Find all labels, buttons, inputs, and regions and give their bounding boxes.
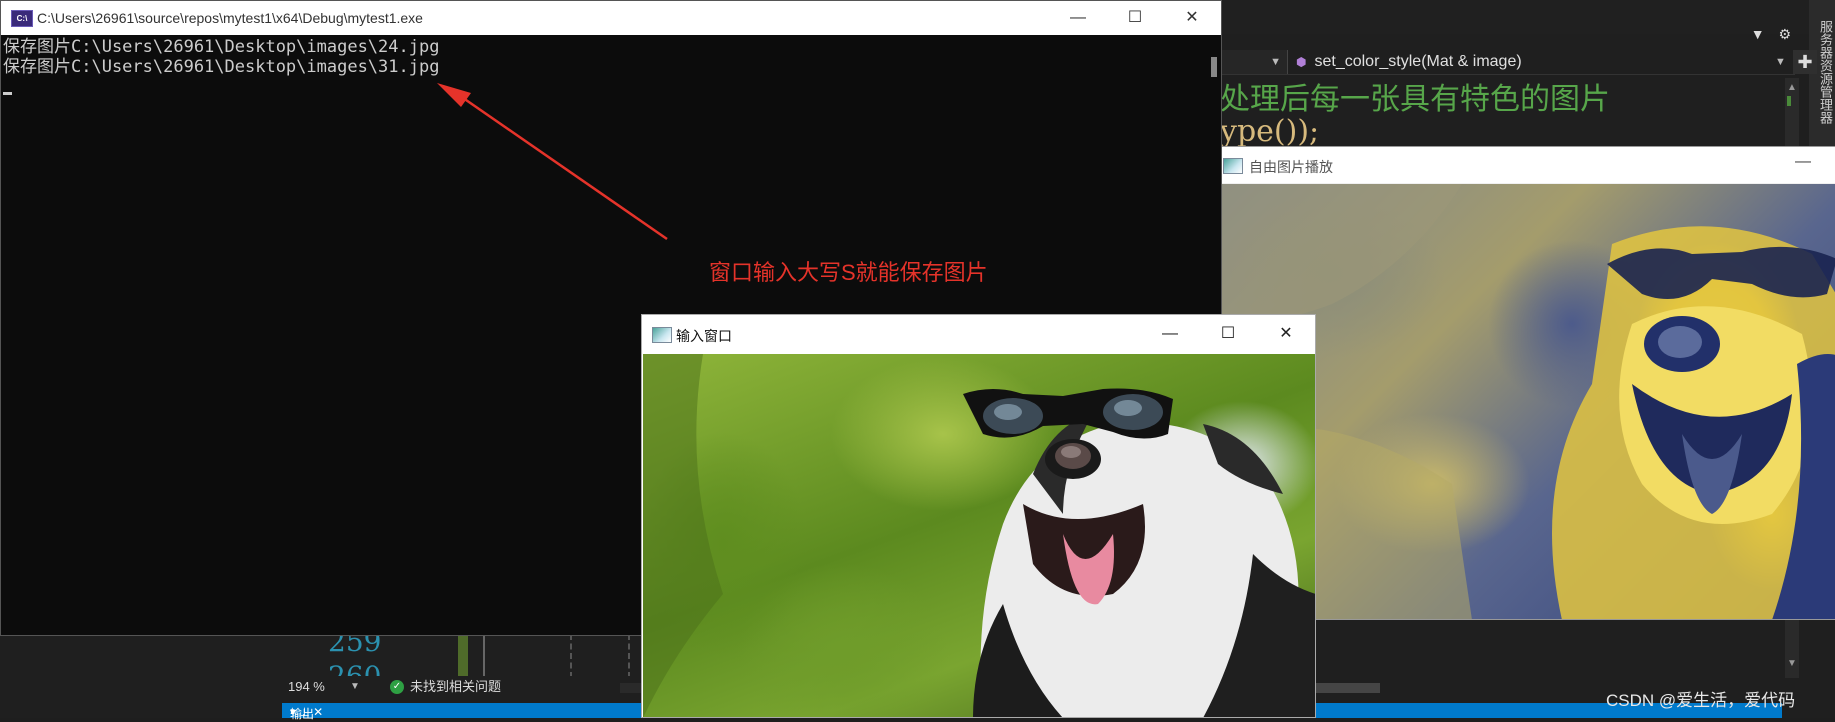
chevron-down-icon[interactable]: ▼ xyxy=(1775,50,1786,74)
scroll-down-icon[interactable]: ▼ xyxy=(1787,658,1797,669)
split-editor-icon[interactable]: ✚ xyxy=(1793,50,1817,74)
chevron-down-icon[interactable]: ▼ xyxy=(350,676,360,698)
console-app-icon: C:\ xyxy=(11,10,33,27)
function-cube-icon: ⬢ xyxy=(1296,55,1307,69)
console-titlebar[interactable]: C:\ C:\Users\26961\source\repos\mytest1\… xyxy=(1,1,1221,35)
annotation-text: 窗口输入大写S就能保存图片 xyxy=(709,260,988,285)
maximize-button[interactable]: ☐ xyxy=(1199,315,1257,353)
window-picture-icon xyxy=(652,327,672,343)
close-button[interactable]: ✕ xyxy=(1169,1,1215,35)
zoom-level[interactable]: 194 % xyxy=(288,676,325,698)
editor-navigation-bar: ▼ ⬢ set_color_style(Mat & image) ▼ xyxy=(1210,50,1795,75)
change-tracking-bar xyxy=(458,634,468,678)
indent-guide xyxy=(483,634,485,678)
code-fragment-line: ype()); xyxy=(1220,114,1320,149)
console-line: 保存图片C:\Users\26961\Desktop\images\24.jpg xyxy=(3,37,440,57)
gear-icon[interactable]: ⚙ xyxy=(1778,26,1791,42)
minimize-button[interactable]: — xyxy=(1055,1,1101,35)
input-window: 输入窗口 — ☐ ✕ xyxy=(641,314,1316,718)
console-cursor xyxy=(3,92,12,95)
photo-window-title: 自由图片播放 xyxy=(1249,159,1333,175)
console-window-title: C:\Users\26961\source\repos\mytest1\x64\… xyxy=(37,10,423,26)
watermark: CSDN @爱生活，爱代码 xyxy=(1606,691,1796,710)
line-number-260: 260 xyxy=(328,660,381,676)
photo-window-titlebar[interactable]: 自由图片播放 — xyxy=(1211,147,1835,183)
maximize-button[interactable]: ☐ xyxy=(1112,1,1158,35)
minimize-button[interactable]: — xyxy=(1141,315,1199,353)
function-dropdown-label: set_color_style(Mat & image) xyxy=(1314,53,1522,70)
ide-toolbar-icons[interactable]: ▼ ⚙ xyxy=(1741,26,1791,43)
dog-illustration xyxy=(643,354,1315,717)
dog-photo xyxy=(643,354,1315,717)
input-window-titlebar[interactable]: 输入窗口 — ☐ ✕ xyxy=(642,315,1315,353)
console-scroll-thumb[interactable] xyxy=(1211,57,1217,77)
check-circle-icon: ✓ xyxy=(390,680,404,694)
function-dropdown[interactable]: ⬢ set_color_style(Mat & image) xyxy=(1296,50,1522,74)
input-window-title: 输入窗口 xyxy=(676,328,732,344)
indent-guide-dashed xyxy=(570,634,572,678)
console-output[interactable]: 保存图片C:\Users\26961\Desktop\images\24.jpg… xyxy=(3,37,439,77)
close-button[interactable]: ✕ xyxy=(1257,315,1315,353)
scroll-up-icon[interactable]: ▲ xyxy=(1787,82,1797,93)
code-comment-line: 处理后每一张具有特色的图片 xyxy=(1220,82,1610,117)
change-marker xyxy=(1787,96,1791,106)
dropdown-icon[interactable]: ▼ xyxy=(1751,26,1765,42)
indent-guide-dashed xyxy=(628,634,630,678)
minimize-button[interactable]: — xyxy=(1795,153,1811,171)
console-line: 保存图片C:\Users\26961\Desktop\images\31.jpg xyxy=(3,57,440,77)
issues-status[interactable]: 未找到相关问题 xyxy=(410,676,501,698)
window-picture-icon xyxy=(1223,158,1243,174)
